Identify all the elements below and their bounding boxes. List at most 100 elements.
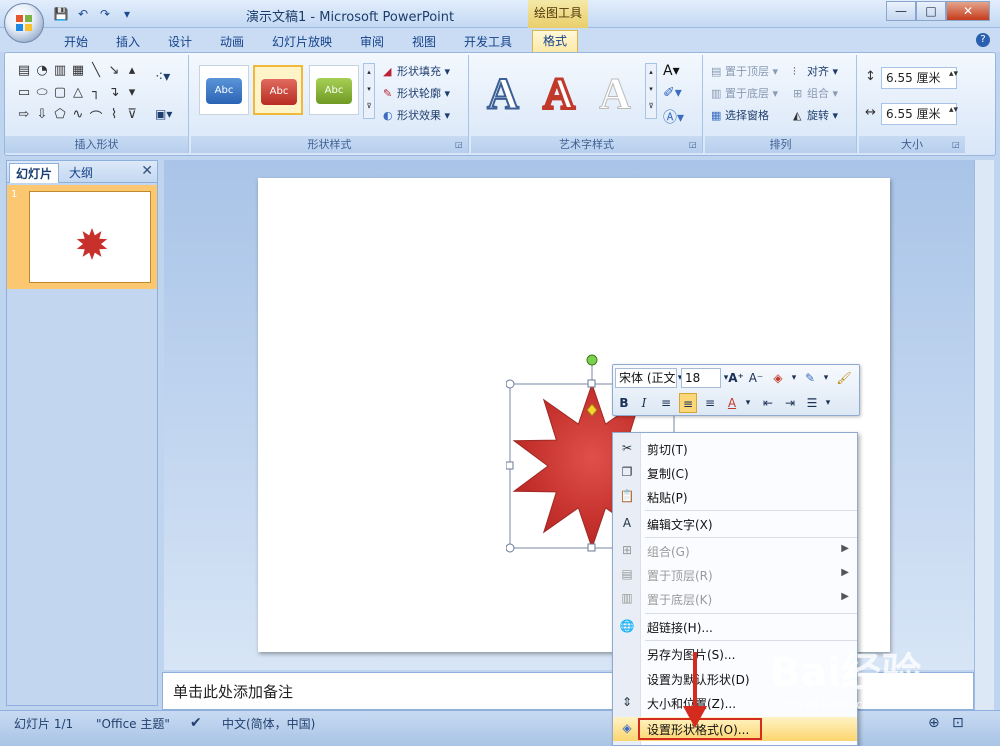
tab-review[interactable]: 审阅 (360, 32, 384, 52)
pane-close-icon[interactable]: ✕ (141, 163, 153, 179)
menu-item-edit-text[interactable]: A 编辑文字(X) (613, 512, 857, 536)
office-button[interactable] (4, 3, 44, 43)
send-to-back-button[interactable]: ▥ 置于底层 ▾ (711, 85, 778, 101)
status-theme[interactable]: "Office 主题" (96, 715, 170, 732)
resize-handle-b[interactable] (587, 543, 596, 552)
shape-outline-button[interactable]: ✎ 形状轮廓 ▾ (383, 85, 450, 101)
help-icon[interactable]: ? (976, 33, 990, 47)
font-size-field[interactable]: 18 (681, 368, 721, 388)
menu-item-bring-front[interactable]: ▤ 置于顶层(R) ▶ (613, 563, 857, 587)
menu-item-send-back[interactable]: ▥ 置于底层(K) ▶ (613, 587, 857, 611)
text-box-dropdown-icon[interactable]: ▣▾ (155, 107, 172, 121)
fit-window-icon[interactable]: ⊡ (952, 715, 964, 731)
shape-style-green[interactable]: Abc (309, 65, 359, 115)
menu-item-cut[interactable]: ✂ 剪切(T) (613, 437, 857, 461)
maximize-button[interactable]: □ (916, 1, 946, 21)
grow-font-icon[interactable]: A⁺ (727, 368, 745, 388)
tab-outline[interactable]: 大纲 (63, 163, 99, 183)
wordart-gallery-scroll[interactable]: ▴ ▾ ⊽ (645, 63, 657, 119)
menu-item-paste[interactable]: 📋 粘贴(P) (613, 485, 857, 509)
vertical-scrollbar[interactable] (974, 160, 994, 710)
pentagon-shape-icon[interactable]: ⬠ (51, 107, 69, 129)
width-spinner-icon[interactable]: ▴▾ (949, 105, 958, 115)
text-box-shape-icon[interactable]: ▤ (15, 63, 33, 85)
customize-qat-icon[interactable]: ▾ (118, 5, 136, 23)
rotation-handle[interactable] (586, 354, 598, 366)
font-name-field[interactable]: 宋体 (正文 (615, 368, 677, 388)
shrink-font-icon[interactable]: A⁻ (747, 368, 765, 388)
wordart-style-outline[interactable]: A (477, 68, 529, 119)
table-shape-icon[interactable]: ▦ (69, 63, 87, 85)
close-button[interactable]: ✕ (946, 1, 990, 21)
shape-style-blue[interactable]: Abc (199, 65, 249, 115)
line-shape-icon[interactable]: ╲ (87, 63, 105, 85)
menu-item-group[interactable]: ⊞ 组合(G) ▶ (613, 539, 857, 563)
rectangle-shape-icon[interactable]: ▭ (15, 85, 33, 107)
tab-home[interactable]: 开始 (64, 32, 88, 52)
text-outline-icon[interactable]: ✐▾ (663, 85, 682, 101)
menu-item-hyperlink[interactable]: 🌐 超链接(H)... (613, 615, 857, 639)
align-left-icon[interactable]: ≡ (657, 393, 675, 413)
bold-button[interactable]: B (615, 393, 633, 413)
elbow-connector-icon[interactable]: ┐ (87, 85, 105, 107)
selection-pane-button[interactable]: ▦ 选择窗格 (711, 107, 769, 123)
menu-item-copy[interactable]: ❐ 复制(C) (613, 461, 857, 485)
increase-indent-icon[interactable]: ⇥ (781, 393, 799, 413)
resize-handle-tl[interactable] (506, 379, 515, 389)
redo-icon[interactable]: ↷ (96, 5, 114, 23)
right-arrow-shape-icon[interactable]: ⇨ (15, 107, 33, 129)
shape-styles-launcher-icon[interactable]: ◲ (455, 140, 465, 150)
triangle-shape-icon[interactable]: △ (69, 85, 87, 107)
tab-developer[interactable]: 开发工具 (464, 32, 512, 52)
curve-shape-icon[interactable]: ∿ (69, 107, 87, 129)
font-color-dropdown-icon[interactable]: ▾ (739, 393, 757, 413)
save-icon[interactable]: 💾 (52, 5, 70, 23)
gallery-up-icon[interactable]: ▴ (123, 63, 141, 85)
tab-insert[interactable]: 插入 (116, 32, 140, 52)
freeform-shape-icon[interactable]: ⌇ (105, 107, 123, 129)
minimize-button[interactable]: — (886, 1, 916, 21)
oval-shape-icon[interactable]: ⬭ (33, 85, 51, 107)
edit-shape-icon[interactable]: ⁖▾ (155, 69, 170, 85)
wordart-style-light[interactable]: A (589, 69, 641, 119)
line-dropdown-icon[interactable]: ▾ (817, 368, 835, 388)
group-button[interactable]: ⊞ 组合 ▾ (793, 85, 838, 101)
zoom-in-icon[interactable]: ⊕ (928, 715, 940, 731)
wordart-launcher-icon[interactable]: ◲ (689, 140, 699, 150)
slide-thumbnail[interactable] (29, 191, 151, 283)
shape-style-red[interactable]: Abc (253, 65, 303, 115)
gallery-down-icon[interactable]: ▾ (123, 85, 141, 107)
wordart-style-red[interactable]: A (533, 68, 585, 120)
arrow-line-shape-icon[interactable]: ↘ (105, 63, 123, 85)
arc-line-shape-icon[interactable]: ⌒ (87, 107, 105, 129)
align-right-icon[interactable]: ≡ (701, 393, 719, 413)
spell-check-icon[interactable]: ✔ (190, 715, 202, 731)
resize-handle-t[interactable] (587, 379, 596, 388)
text-fill-icon[interactable]: A▾ (663, 63, 680, 79)
resize-handle-l[interactable] (506, 461, 514, 470)
undo-icon[interactable]: ↶ (74, 5, 92, 23)
shape-style-gallery-scroll[interactable]: ▴ ▾ ⊽ (363, 63, 375, 119)
tab-format[interactable]: 格式 (532, 30, 579, 52)
tab-slides[interactable]: 幻灯片 (9, 163, 60, 183)
size-launcher-icon[interactable]: ◲ (952, 140, 962, 150)
menu-item-format-shape[interactable]: ◈ 设置形状格式(O)... (613, 717, 857, 741)
height-input[interactable]: 6.55 厘米 (881, 67, 957, 89)
resize-handle-bl[interactable] (506, 543, 515, 553)
arc-shape-icon[interactable]: ◔ (33, 63, 51, 85)
tab-slideshow[interactable]: 幻灯片放映 (272, 32, 332, 52)
tab-view[interactable]: 视图 (412, 32, 436, 52)
shape-fill-button[interactable]: ◢ 形状填充 ▾ (383, 63, 450, 79)
status-language[interactable]: 中文(简体，中国) (222, 715, 315, 732)
elbow-arrow-icon[interactable]: ↴ (105, 85, 123, 107)
width-input[interactable]: 6.55 厘米 (881, 103, 957, 125)
bring-to-front-button[interactable]: ▤ 置于顶层 ▾ (711, 63, 778, 79)
italic-button[interactable]: I (635, 393, 653, 413)
slide-thumbnail-selected[interactable]: 1 (7, 185, 157, 289)
tab-design[interactable]: 设计 (168, 32, 192, 52)
align-center-icon[interactable]: ≡ (679, 393, 697, 413)
rounded-rect-shape-icon[interactable]: ▢ (51, 85, 69, 107)
format-painter-icon[interactable]: 🖌 (835, 368, 853, 388)
bullets-dropdown-icon[interactable]: ▾ (819, 393, 837, 413)
vertical-text-shape-icon[interactable]: ▥ (51, 63, 69, 85)
